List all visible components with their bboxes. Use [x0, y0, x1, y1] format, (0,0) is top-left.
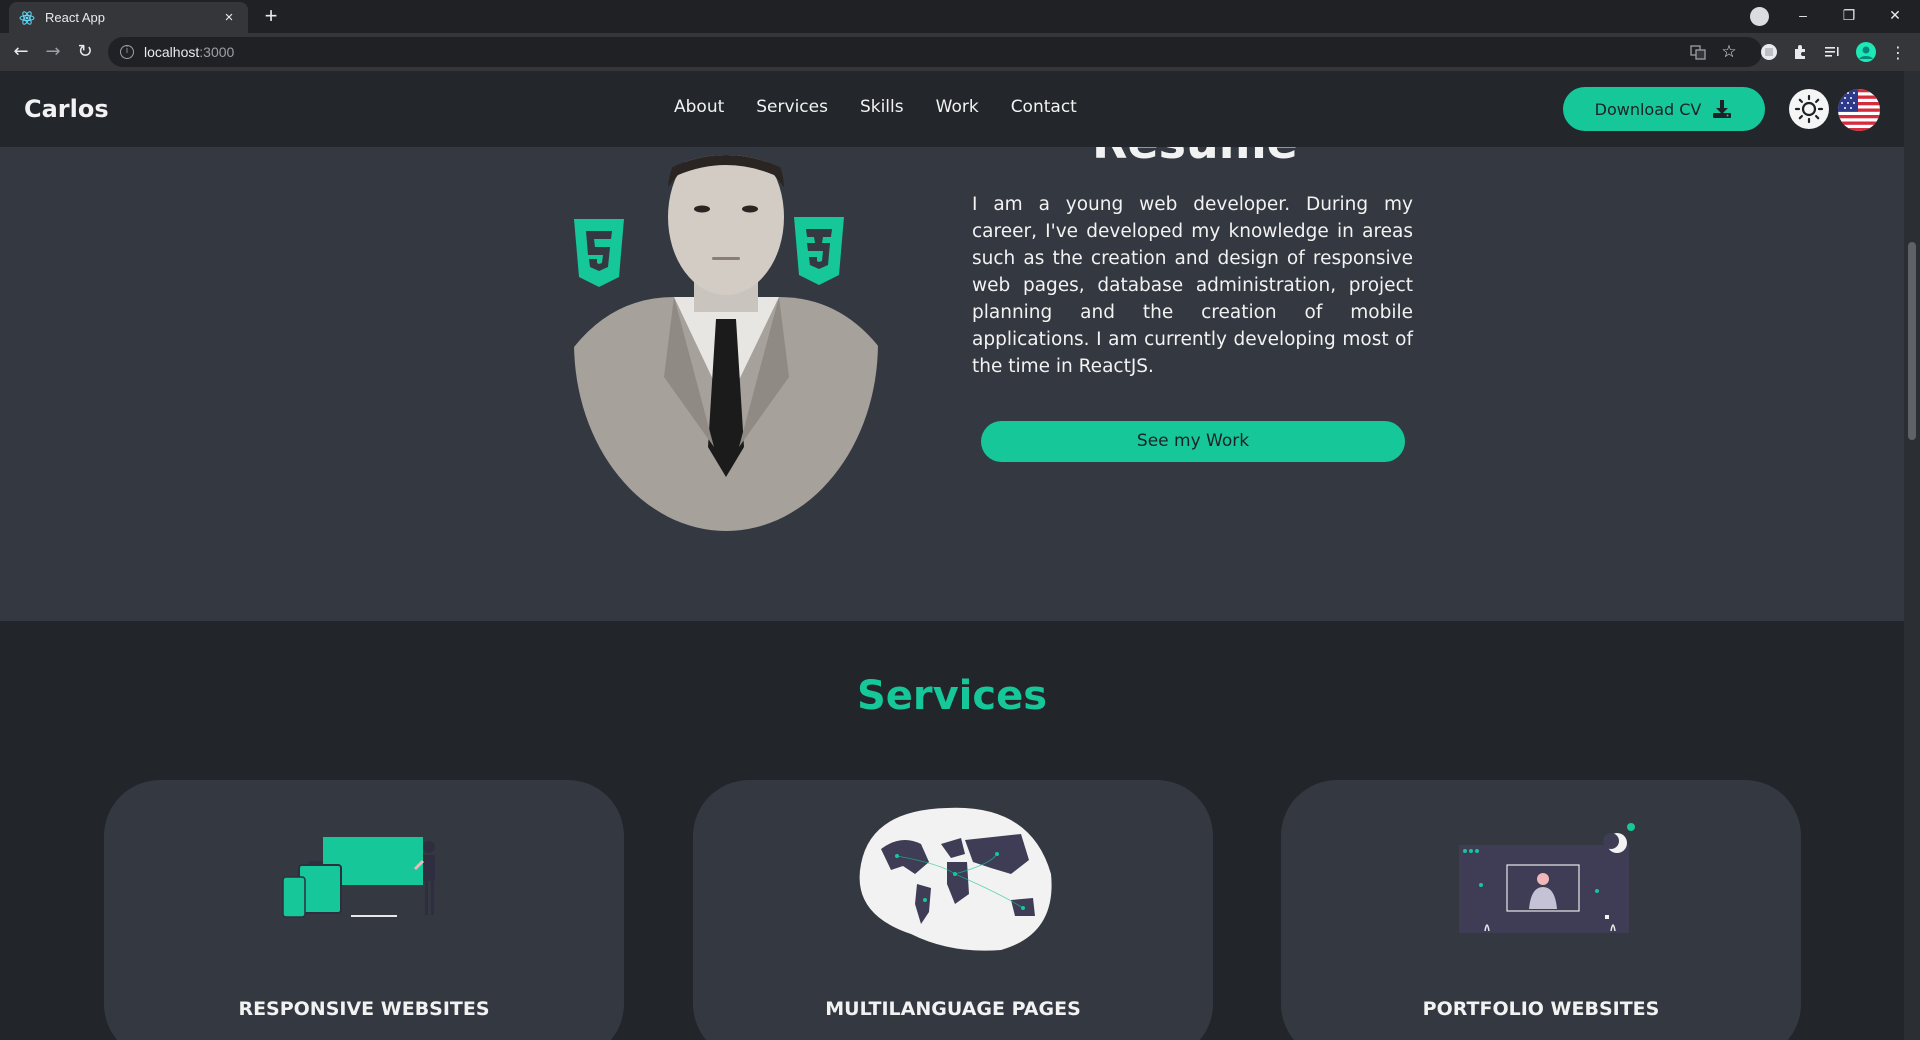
- puzzle-icon[interactable]: [1790, 42, 1810, 62]
- service-card-title: RESPONSIVE WEBSITES: [238, 998, 490, 1020]
- service-card-title: MULTILANGUAGE PAGES: [825, 998, 1081, 1020]
- bookmark-star-icon[interactable]: ☆: [1719, 42, 1739, 62]
- portfolio-illustration: [1281, 804, 1801, 954]
- tab-search-icon[interactable]: [1750, 7, 1769, 26]
- download-cv-button[interactable]: Download CV: [1563, 87, 1765, 131]
- address-bar[interactable]: i localhost:3000: [108, 37, 1762, 67]
- new-tab-button[interactable]: +: [258, 4, 284, 30]
- download-cv-label: Download CV: [1594, 99, 1702, 119]
- page-scrollbar-thumb[interactable]: [1908, 242, 1916, 440]
- back-arrow-icon[interactable]: ←: [9, 40, 33, 64]
- nav-links: About Services Skills Work Contact: [674, 97, 1109, 117]
- translate-icon[interactable]: [1688, 42, 1708, 62]
- browser-toolbar: ← → ↻ i localhost:3000 ☆ ⋮: [0, 33, 1920, 71]
- nav-link-about[interactable]: About: [674, 97, 724, 117]
- theme-toggle-sun-icon[interactable]: [1789, 89, 1829, 129]
- reading-list-icon[interactable]: [1822, 42, 1842, 62]
- site-navbar: Carlos About Services Skills Work Contac…: [0, 71, 1904, 147]
- nav-link-work[interactable]: Work: [936, 97, 979, 117]
- nav-link-services[interactable]: Services: [756, 97, 828, 117]
- resume-title: Resume: [1092, 147, 1298, 169]
- download-icon: [1713, 100, 1732, 118]
- reload-icon[interactable]: ↻: [73, 40, 97, 64]
- service-card-title: PORTFOLIO WEBSITES: [1422, 998, 1660, 1020]
- resume-section: Resume: [0, 147, 1904, 621]
- nav-link-contact[interactable]: Contact: [1011, 97, 1077, 117]
- minimize-button[interactable]: –: [1780, 0, 1826, 33]
- service-card-portfolio[interactable]: PORTFOLIO WEBSITES: [1281, 780, 1801, 1040]
- us-flag-icon[interactable]: [1838, 89, 1880, 131]
- responsive-devices-illustration: [104, 804, 624, 954]
- css3-icon: [794, 217, 844, 285]
- close-window-button[interactable]: ✕: [1872, 0, 1918, 33]
- extension-icon[interactable]: [1759, 42, 1779, 62]
- resume-description: I am a young web developer. During my ca…: [972, 194, 1413, 377]
- profile-avatar-icon[interactable]: [1856, 42, 1876, 62]
- browser-menu-icon[interactable]: ⋮: [1888, 42, 1908, 62]
- site-logo[interactable]: Carlos: [24, 95, 109, 123]
- info-icon[interactable]: i: [120, 45, 134, 59]
- nav-link-skills[interactable]: Skills: [860, 97, 904, 117]
- restore-button[interactable]: ❐: [1826, 0, 1872, 33]
- url-text: localhost:3000: [144, 44, 235, 60]
- see-my-work-button[interactable]: See my Work: [981, 421, 1405, 462]
- profile-portrait: [574, 155, 878, 531]
- services-title: Services: [856, 673, 1048, 719]
- world-map-illustration: [693, 804, 1213, 954]
- page-scrollbar-track[interactable]: [1904, 71, 1920, 1040]
- react-icon: [19, 10, 35, 26]
- html5-icon: [574, 219, 624, 287]
- service-card-multilanguage[interactable]: MULTILANGUAGE PAGES: [693, 780, 1213, 1040]
- tab-close-icon[interactable]: ×: [220, 9, 238, 26]
- tab-title: React App: [45, 10, 105, 25]
- browser-tab[interactable]: React App ×: [9, 2, 248, 33]
- browser-tab-bar: React App × + – ❐ ✕: [0, 0, 1920, 33]
- forward-arrow-icon[interactable]: →: [41, 40, 65, 64]
- service-card-responsive[interactable]: RESPONSIVE WEBSITES: [104, 780, 624, 1040]
